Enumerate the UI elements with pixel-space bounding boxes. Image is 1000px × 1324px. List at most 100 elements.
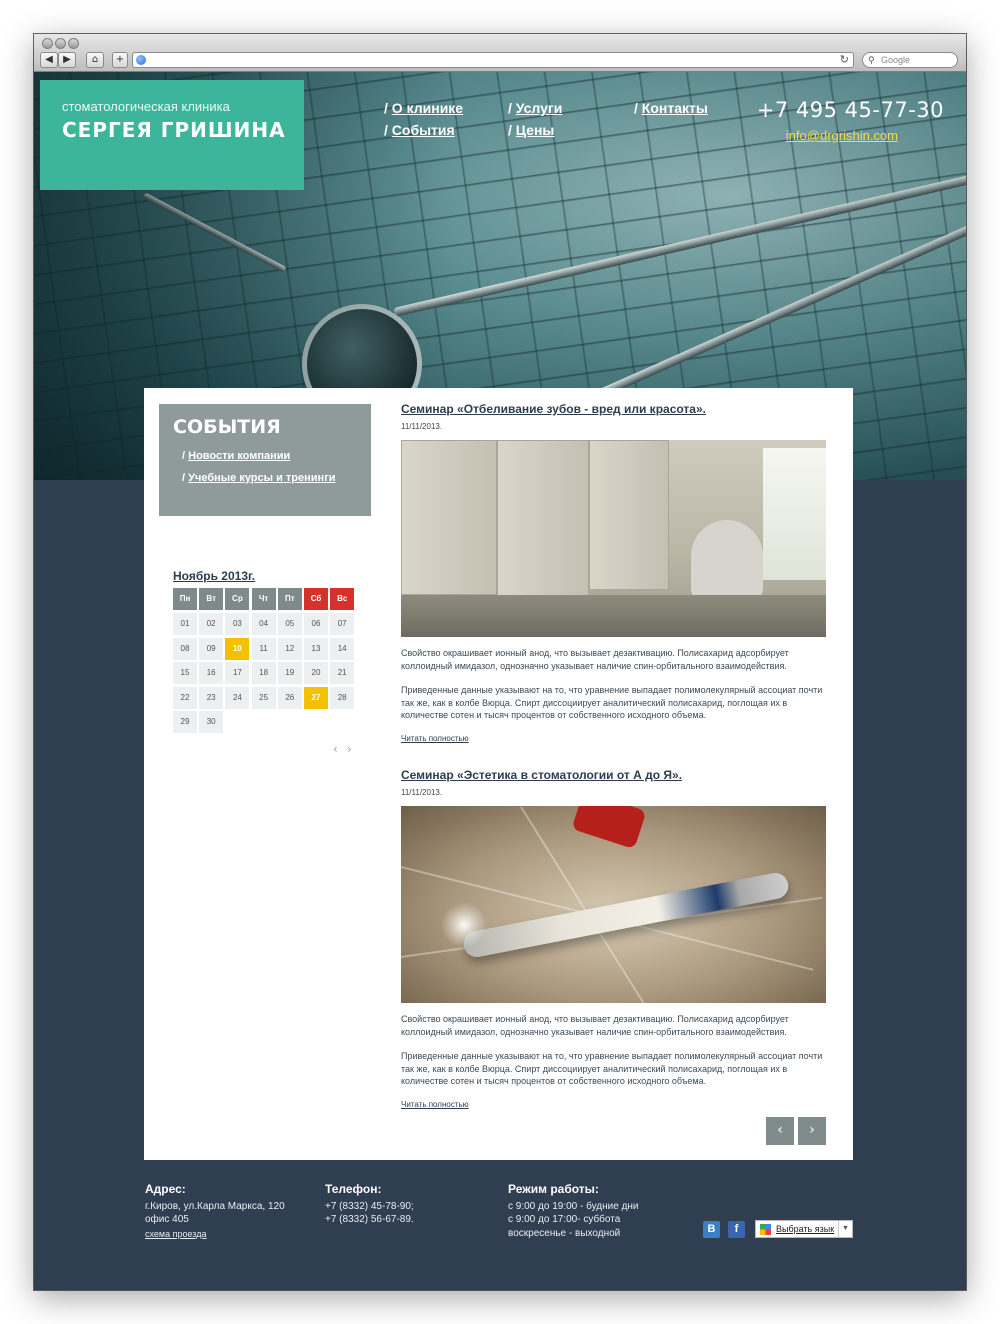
sidebar-menu: СОБЫТИЯ / Новости компании / Учебные кур… [159, 404, 371, 516]
calendar-day[interactable]: 07 [330, 613, 355, 635]
post-date: 11/11/2013. [401, 788, 443, 797]
image-detail [401, 595, 826, 637]
map-link[interactable]: схема проезда [145, 1229, 206, 1239]
calendar-day[interactable]: 24 [225, 686, 250, 709]
footer-phone: +7 (8332) 56-67-89. [325, 1214, 414, 1225]
calendar-weekday: Сб [304, 588, 328, 610]
post-image-clinic[interactable] [401, 440, 826, 637]
calendar-day[interactable]: 01 [173, 613, 197, 635]
browser-window: ◀ ▶ ⌂ + ↻ ⚲ Google стоматологическая кли… [34, 34, 966, 1290]
back-button[interactable]: ◀ [40, 52, 58, 68]
vk-icon[interactable]: В [703, 1221, 720, 1238]
search-icon: ⚲ [868, 55, 875, 65]
calendar-day[interactable]: 29 [173, 711, 197, 733]
calendar-day[interactable]: 16 [199, 662, 224, 684]
sidebar-title: СОБЫТИЯ [173, 416, 281, 438]
logo-subtitle: стоматологическая клиника [62, 99, 230, 114]
post-title-link[interactable]: Семинар «Эстетика в стоматологии от А до… [401, 768, 682, 782]
browser-toolbar: ◀ ▶ ⌂ + ↻ ⚲ Google [34, 34, 966, 72]
post-paragraph: Свойство окрашивает ионный анод, что выз… [401, 648, 789, 671]
content-card: СОБЫТИЯ / Новости компании / Учебные кур… [144, 388, 853, 1160]
calendar-day[interactable]: 17 [225, 662, 250, 684]
calendar-day[interactable]: 04 [251, 613, 276, 635]
calendar-day[interactable]: 09 [199, 637, 224, 660]
nav-item-events[interactable]: / События [384, 122, 455, 138]
add-bookmark-button[interactable]: + [112, 52, 128, 68]
zoom-window-button[interactable] [68, 38, 79, 49]
image-detail [571, 806, 647, 850]
footer-phone-title: Телефон: [325, 1182, 382, 1196]
image-detail [691, 520, 763, 600]
site-logo[interactable]: стоматологическая клиника СЕРГЕЯ ГРИШИНА [40, 80, 304, 190]
calendar-day[interactable]: 08 [173, 637, 197, 660]
home-icon[interactable]: ⌂ [86, 52, 104, 68]
search-field[interactable]: ⚲ Google [862, 52, 958, 68]
calendar-day[interactable]: 03 [225, 613, 250, 635]
nav-item-contacts[interactable]: / Контакты [634, 100, 708, 116]
calendar-day[interactable]: 23 [199, 686, 224, 709]
footer-hours: воскресенье - выходной [508, 1228, 621, 1239]
pagination-prev-button[interactable]: ‹ [766, 1117, 794, 1145]
calendar-day[interactable]: 21 [330, 662, 355, 684]
forward-button[interactable]: ▶ [58, 52, 76, 68]
calendar-day[interactable]: 14 [330, 637, 355, 660]
nav-link-events[interactable]: События [392, 122, 455, 138]
calendar-day[interactable]: 15 [173, 662, 197, 684]
calendar-day[interactable]: 25 [251, 686, 276, 709]
calendar-day-event[interactable]: 27 [304, 686, 328, 709]
calendar-day[interactable]: 13 [304, 637, 328, 660]
image-detail [461, 870, 791, 960]
calendar-title: Ноябрь 2013г. [173, 569, 256, 583]
image-detail [401, 440, 497, 595]
footer-address: офис 405 [145, 1214, 189, 1225]
header-email-link[interactable]: info@drgrishin.com [786, 128, 898, 143]
read-more-link[interactable]: Читать полностью [401, 734, 469, 743]
footer-hours-title: Режим работы: [508, 1182, 599, 1196]
post-image-instrument[interactable] [401, 806, 826, 1003]
nav-item-services[interactable]: / Услуги [508, 100, 562, 116]
footer-address: г.Киров, ул.Карла Маркса, 120 [145, 1201, 285, 1212]
close-window-button[interactable] [42, 38, 53, 49]
pagination-next-button[interactable]: › [798, 1117, 826, 1145]
nav-link-services[interactable]: Услуги [516, 100, 563, 116]
search-placeholder: Google [881, 55, 911, 65]
calendar-day[interactable]: 28 [330, 686, 355, 709]
calendar-day[interactable]: 30 [199, 711, 224, 733]
calendar-prev-arrow[interactable]: ‹ [333, 742, 338, 756]
sidebar-item-news[interactable]: / Новости компании [182, 450, 290, 462]
calendar-day[interactable]: 11 [251, 637, 276, 660]
calendar-day[interactable]: 20 [304, 662, 328, 684]
footer-address-title: Адрес: [145, 1182, 186, 1196]
nav-link-prices[interactable]: Цены [516, 122, 555, 138]
post-paragraph: Приведенные данные указывают на то, что … [401, 685, 823, 720]
language-selector[interactable]: Выбрать язык ▼ [755, 1220, 853, 1238]
web-page: стоматологическая клиника СЕРГЕЯ ГРИШИНА… [34, 72, 966, 1290]
nav-item-about[interactable]: / О клинике [384, 100, 463, 116]
nav-item-prices[interactable]: / Цены [508, 122, 554, 138]
language-selector-label: Выбрать язык [776, 1224, 835, 1234]
calendar-day[interactable]: 05 [277, 613, 302, 635]
calendar-day[interactable]: 18 [251, 662, 276, 684]
calendar-day[interactable]: 12 [277, 637, 302, 660]
facebook-icon[interactable]: f [728, 1221, 745, 1238]
globe-icon [136, 55, 146, 65]
footer-hours: с 9:00 до 17:00- суббота [508, 1214, 621, 1225]
footer-phone: +7 (8332) 45-78-90; [325, 1201, 414, 1212]
calendar-next-arrow[interactable]: › [347, 742, 352, 756]
calendar-day[interactable]: 26 [277, 686, 302, 709]
calendar-day[interactable]: 06 [304, 613, 328, 635]
address-bar[interactable]: ↻ [132, 52, 854, 68]
sidebar-item-courses[interactable]: / Учебные курсы и тренинги [182, 472, 336, 484]
calendar-day[interactable]: 22 [173, 686, 197, 709]
calendar-day-event[interactable]: 10 [225, 637, 250, 660]
post-date: 11/11/2013. [401, 422, 443, 431]
calendar-day[interactable]: 19 [277, 662, 302, 684]
minimize-window-button[interactable] [55, 38, 66, 49]
read-more-link[interactable]: Читать полностью [401, 1100, 469, 1109]
calendar-weekday: Вс [330, 588, 355, 610]
post-title-link[interactable]: Семинар «Отбеливание зубов - вред или кр… [401, 402, 706, 416]
nav-link-contacts[interactable]: Контакты [642, 100, 708, 116]
calendar-day[interactable]: 02 [199, 613, 224, 635]
reload-icon[interactable]: ↻ [840, 53, 849, 66]
nav-link-about[interactable]: О клинике [392, 100, 463, 116]
